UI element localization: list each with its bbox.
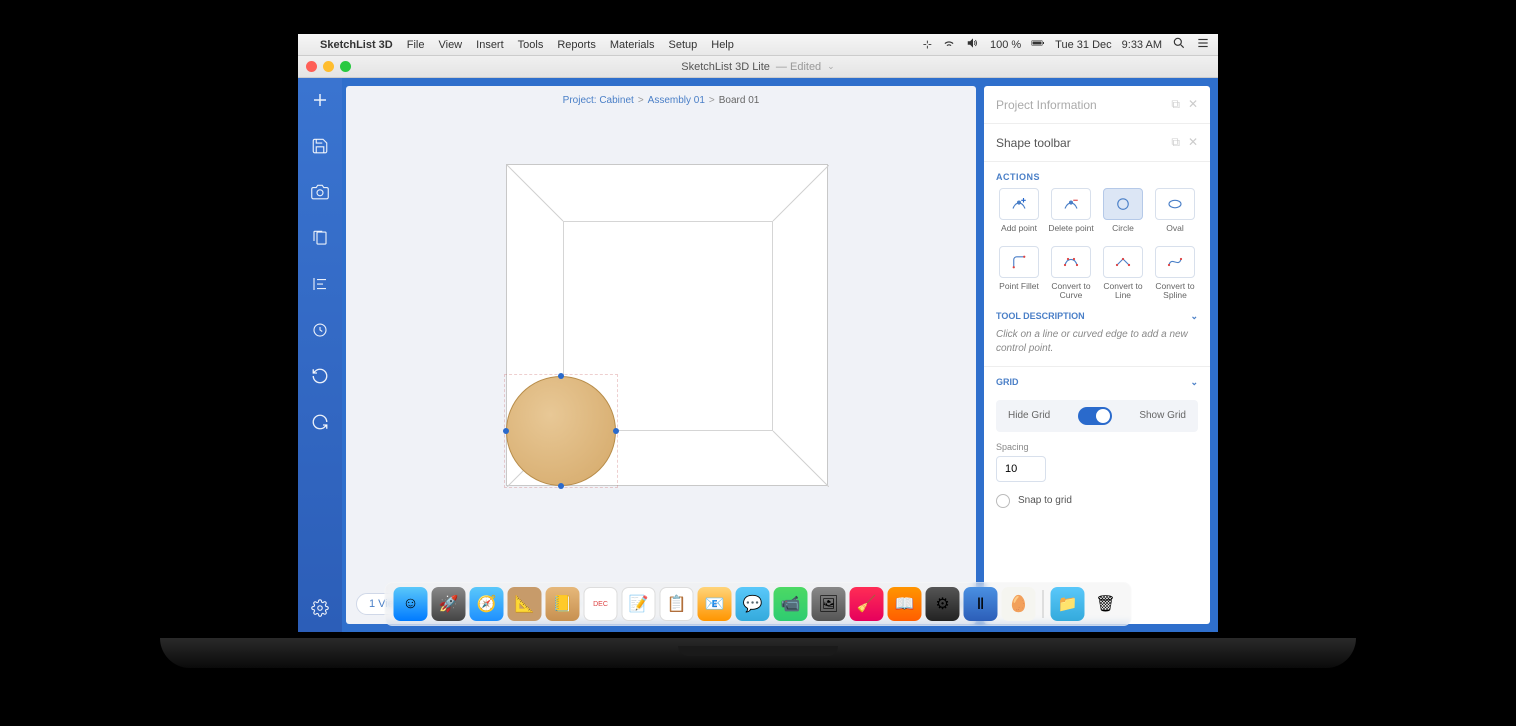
dock-notes-icon[interactable]: 📝 [622, 587, 656, 621]
macos-dock: ☺ 🚀 🧭 📐 📒 DEC 📝 📋 📧 💬 📹 🖼 🧹 📖 ⚙ Ⅱ 🥚 📁 [385, 582, 1132, 626]
dock-messages-icon[interactable]: 💬 [736, 587, 770, 621]
window-close-button[interactable] [306, 61, 317, 72]
dock-calendar-icon[interactable]: DEC [584, 587, 618, 621]
dock-app-icon[interactable]: 📐 [508, 587, 542, 621]
action-delete-point[interactable] [1051, 188, 1091, 220]
macos-menubar: SketchList 3D File View Insert Tools Rep… [298, 34, 1218, 56]
action-add-point[interactable] [999, 188, 1039, 220]
app-menu[interactable]: SketchList 3D [320, 39, 393, 51]
window-minimize-button[interactable] [323, 61, 334, 72]
redo-tool[interactable] [306, 408, 334, 436]
dock-app3-icon[interactable]: Ⅱ [964, 587, 998, 621]
main-canvas-area: Project: Cabinet > Assembly 01 > Board 0… [346, 86, 976, 624]
resize-handle-e[interactable] [613, 428, 619, 434]
resize-handle-s[interactable] [558, 483, 564, 489]
menubar-time[interactable]: 9:33 AM [1122, 39, 1162, 51]
menu-tools[interactable]: Tools [518, 39, 544, 51]
action-oval[interactable] [1155, 188, 1195, 220]
spacing-input[interactable] [996, 456, 1046, 482]
resize-handle-n[interactable] [558, 373, 564, 379]
add-tool[interactable] [306, 86, 334, 114]
chevron-down-icon: ⌄ [1190, 377, 1198, 388]
settings-tool[interactable] [306, 594, 334, 622]
align-tool[interactable] [306, 270, 334, 298]
breadcrumb-assembly[interactable]: Assembly 01 [648, 95, 705, 106]
spacing-label: Spacing [984, 432, 1210, 456]
resize-handle-w[interactable] [503, 428, 509, 434]
window-zoom-button[interactable] [340, 61, 351, 72]
spotlight-icon[interactable] [1172, 36, 1186, 53]
shape-toolbar-header[interactable]: Shape toolbar ⧉✕ [984, 124, 1210, 162]
tool-description-header[interactable]: TOOL DESCRIPTION⌄ [984, 301, 1210, 326]
menu-view[interactable]: View [438, 39, 462, 51]
breadcrumb: Project: Cabinet > Assembly 01 > Board 0… [346, 86, 976, 114]
dock-launchpad-icon[interactable]: 🚀 [432, 587, 466, 621]
dock-cleaner-icon[interactable]: 🧹 [850, 587, 884, 621]
control-center-icon[interactable] [1196, 36, 1210, 53]
tool-description-text: Click on a line or curved edge to add a … [984, 326, 1210, 367]
dock-safari-icon[interactable]: 🧭 [470, 587, 504, 621]
project-info-header[interactable]: Project Information ⧉✕ [984, 86, 1210, 124]
menubar-date[interactable]: Tue 31 Dec [1055, 39, 1111, 51]
wifi-icon[interactable] [942, 36, 956, 53]
close-icon[interactable]: ✕ [1188, 135, 1198, 150]
close-icon[interactable]: ✕ [1188, 97, 1198, 112]
dock-egg-icon[interactable]: 🥚 [1002, 587, 1036, 621]
menu-setup[interactable]: Setup [669, 39, 698, 51]
dock-folder-icon[interactable]: 📁 [1051, 587, 1085, 621]
window-title: SketchList 3D Lite [681, 61, 770, 73]
snap-to-grid-label: Snap to grid [1018, 495, 1072, 506]
dock-finder-icon[interactable]: ☺ [394, 587, 428, 621]
popout-icon[interactable]: ⧉ [1171, 135, 1180, 150]
save-tool[interactable] [306, 132, 334, 160]
menu-materials[interactable]: Materials [610, 39, 655, 51]
camera-tool[interactable] [306, 178, 334, 206]
breadcrumb-project[interactable]: Project: Cabinet [563, 95, 634, 106]
airdrop-icon[interactable]: ⊹ [923, 38, 932, 51]
volume-icon[interactable] [966, 36, 980, 53]
window-edited-label: — Edited [776, 61, 821, 73]
action-circle[interactable] [1103, 188, 1143, 220]
dock-settings-icon[interactable]: ⚙ [926, 587, 960, 621]
menu-insert[interactable]: Insert [476, 39, 504, 51]
dock-books-icon[interactable]: 📖 [888, 587, 922, 621]
hide-grid-label: Hide Grid [1008, 410, 1050, 421]
grid-toggle[interactable] [1078, 407, 1112, 425]
action-convert-spline[interactable] [1155, 246, 1195, 278]
breadcrumb-board: Board 01 [719, 95, 760, 106]
dock-facetime-icon[interactable]: 📹 [774, 587, 808, 621]
circle-shape[interactable] [506, 376, 616, 486]
undo-tool[interactable] [306, 362, 334, 390]
action-convert-line[interactable] [1103, 246, 1143, 278]
battery-icon[interactable] [1031, 36, 1045, 53]
menu-help[interactable]: Help [711, 39, 734, 51]
window-title-chevron-icon[interactable]: ⌄ [827, 61, 835, 72]
dock-reminders-icon[interactable]: 📋 [660, 587, 694, 621]
menu-file[interactable]: File [407, 39, 425, 51]
show-grid-label: Show Grid [1139, 410, 1186, 421]
dock-app2-icon[interactable]: 📧 [698, 587, 732, 621]
action-point-fillet[interactable] [999, 246, 1039, 278]
battery-percent: 100 % [990, 39, 1021, 51]
chevron-down-icon: ⌄ [1190, 311, 1198, 322]
popout-icon[interactable]: ⧉ [1171, 97, 1180, 112]
menu-reports[interactable]: Reports [557, 39, 596, 51]
dock-photos-icon[interactable]: 🖼 [812, 587, 846, 621]
left-toolbar [298, 78, 342, 632]
dock-trash-icon[interactable]: 🗑 [1089, 587, 1123, 621]
grid-section-header[interactable]: GRID⌄ [984, 367, 1210, 392]
actions-section-title: ACTIONS [984, 162, 1210, 188]
snap-to-grid-checkbox[interactable] [996, 494, 1010, 508]
copy-tool[interactable] [306, 224, 334, 252]
action-convert-curve[interactable] [1051, 246, 1091, 278]
right-panel: Project Information ⧉✕ Shape toolbar ⧉✕ … [984, 86, 1210, 624]
design-canvas[interactable] [346, 114, 976, 584]
measure-tool[interactable] [306, 316, 334, 344]
dock-contacts-icon[interactable]: 📒 [546, 587, 580, 621]
window-titlebar: SketchList 3D Lite — Edited ⌄ [298, 56, 1218, 78]
